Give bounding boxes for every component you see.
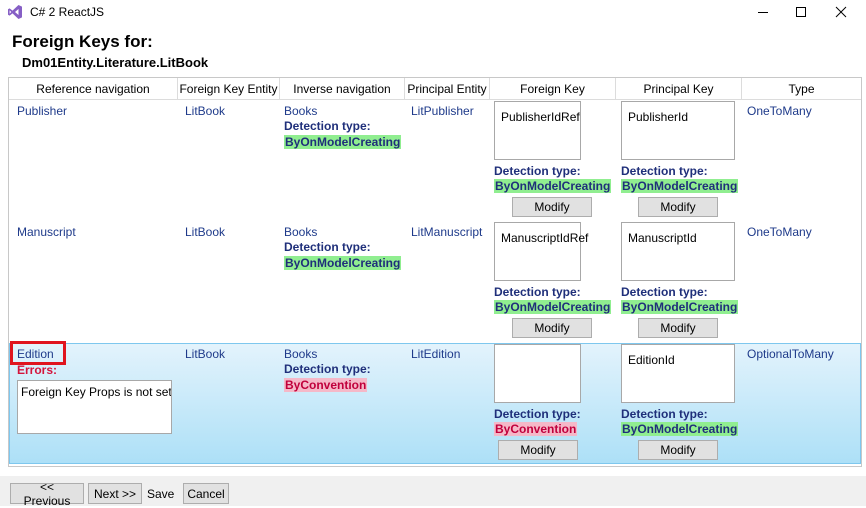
pk-modify-button[interactable]: Modify <box>638 197 718 217</box>
column-header-foreign-key[interactable]: Foreign Key <box>490 78 616 100</box>
column-header-principal-entity[interactable]: Principal Entity <box>405 78 490 100</box>
inverse-navigation: Books <box>284 347 318 361</box>
fk-modify-button[interactable]: Modify <box>512 197 592 217</box>
pk-detection-label: Detection type: <box>621 407 708 421</box>
fk-detection-value: ByOnModelCreating <box>494 179 612 193</box>
error-message-box[interactable]: Foreign Key Props is not set. <box>17 380 172 434</box>
fk-detection-value: ByConvention <box>494 422 578 436</box>
relationship-type: OneToMany <box>747 104 812 118</box>
page-heading: Foreign Keys for: <box>12 32 153 51</box>
reference-navigation: Manuscript <box>17 225 76 239</box>
relationship-type: OptionalToMany <box>747 347 834 361</box>
column-header-reference-navigation[interactable]: Reference navigation <box>9 78 178 100</box>
inverse-detection-value: ByOnModelCreating <box>284 135 402 149</box>
principal-key-list[interactable]: PublisherId <box>621 101 735 160</box>
column-header-inverse-navigation[interactable]: Inverse navigation <box>280 78 405 100</box>
error-highlight-box <box>10 341 66 365</box>
fk-detection-label: Detection type: <box>494 164 581 178</box>
column-header-type[interactable]: Type <box>742 78 861 100</box>
fk-modify-button[interactable]: Modify <box>512 318 592 338</box>
inverse-navigation: Books <box>284 225 318 239</box>
entity-name: Dm01Entity.Literature.LitBook <box>22 55 209 70</box>
visual-studio-icon <box>7 4 23 20</box>
relationship-type: OneToMany <box>747 225 812 239</box>
table-row-manuscript[interactable]: Manuscript LitBook Books Detection type:… <box>9 221 861 342</box>
column-header-principal-key[interactable]: Principal Key <box>616 78 742 100</box>
pk-detection-label: Detection type: <box>621 164 708 178</box>
fk-detection-label: Detection type: <box>494 285 581 299</box>
reference-navigation: Publisher <box>17 104 68 118</box>
fk-detection-value: ByOnModelCreating <box>494 300 612 314</box>
foreign-key-list[interactable] <box>494 344 581 403</box>
foreign-key-entity: LitBook <box>185 347 226 361</box>
fk-modify-button[interactable]: Modify <box>498 440 578 460</box>
foreign-key-entity: LitBook <box>185 225 226 239</box>
inverse-detection-label: Detection type: <box>284 240 371 254</box>
errors-label: Errors: <box>17 363 58 377</box>
principal-key-list[interactable]: ManuscriptId <box>621 222 735 281</box>
pk-detection-value: ByOnModelCreating <box>621 179 739 193</box>
previous-button[interactable]: << Previous <box>10 480 84 508</box>
table-row-publisher[interactable]: Publisher LitBook Books Detection type: … <box>9 100 861 221</box>
inverse-navigation: Books <box>284 104 318 118</box>
pk-modify-button[interactable]: Modify <box>638 440 718 460</box>
principal-entity: LitPublisher <box>411 104 474 118</box>
window-title: C# 2 ReactJS <box>30 5 105 19</box>
principal-entity: LitEdition <box>411 347 461 361</box>
footer-bar: << Previous Next >> Save Cancel <box>0 476 866 508</box>
principal-key-list[interactable]: EditionId <box>621 344 735 403</box>
next-button[interactable]: Next >> <box>88 483 142 504</box>
foreign-keys-grid: Reference navigation Foreign Key Entity … <box>8 77 862 467</box>
save-button[interactable]: Save <box>147 487 174 501</box>
inverse-detection-value: ByConvention <box>284 378 368 392</box>
cancel-button[interactable]: Cancel <box>183 483 229 504</box>
pk-modify-button[interactable]: Modify <box>638 318 718 338</box>
pk-detection-value: ByOnModelCreating <box>621 422 739 436</box>
foreign-key-list[interactable]: PublisherIdRef <box>494 101 581 160</box>
pk-detection-label: Detection type: <box>621 285 708 299</box>
inverse-detection-label: Detection type: <box>284 362 371 376</box>
inverse-detection-label: Detection type: <box>284 119 371 133</box>
pk-detection-value: ByOnModelCreating <box>621 300 739 314</box>
foreign-key-entity: LitBook <box>185 104 226 118</box>
fk-detection-label: Detection type: <box>494 407 581 421</box>
close-icon[interactable] <box>818 0 864 24</box>
table-row-edition[interactable]: Edition Errors: Foreign Key Props is not… <box>9 343 861 464</box>
inverse-detection-value: ByOnModelCreating <box>284 256 402 270</box>
foreign-key-list[interactable]: ManuscriptIdRef <box>494 222 588 281</box>
column-header-foreign-key-entity[interactable]: Foreign Key Entity <box>178 78 280 100</box>
title-bar: C# 2 ReactJS <box>0 0 866 24</box>
principal-entity: LitManuscript <box>411 225 483 239</box>
